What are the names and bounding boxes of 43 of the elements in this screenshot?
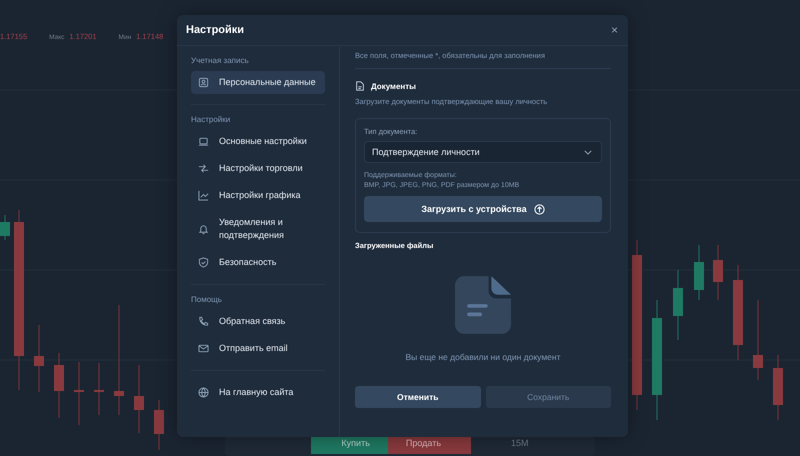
candlestick xyxy=(773,354,783,420)
section-title: Настройки xyxy=(191,115,232,124)
globe-icon xyxy=(198,387,209,398)
id-card-icon xyxy=(198,77,209,88)
sidebar-item[interactable]: Настройки графика xyxy=(191,184,325,207)
sidebar-item[interactable]: Безопасность xyxy=(191,251,325,274)
section-heading: Документы xyxy=(371,82,416,90)
sidebar-item[interactable]: Отправить email xyxy=(191,337,325,360)
candlestick xyxy=(673,270,683,340)
bell-icon xyxy=(198,224,209,234)
candlestick xyxy=(134,364,144,434)
sidebar-item[interactable]: Обратная связь xyxy=(191,310,325,333)
cancel-button[interactable]: Отменить xyxy=(355,386,480,408)
sidebar-item[interactable]: На главную сайта xyxy=(191,381,325,404)
sidebar-item[interactable]: Персональные данные xyxy=(191,71,325,94)
candlestick xyxy=(713,244,723,300)
line-chart-icon xyxy=(198,190,209,201)
candlestick xyxy=(694,244,704,300)
empty-document-icon xyxy=(455,276,511,334)
candlestick xyxy=(154,400,164,450)
chevron-down-icon xyxy=(584,150,592,154)
upload-icon xyxy=(534,204,545,214)
section-title: Помощь xyxy=(191,295,223,304)
candlestick xyxy=(0,214,10,240)
upload-button[interactable]: Загрузить с устройства xyxy=(364,196,602,222)
section-title: Учетная запись xyxy=(191,56,250,65)
sidebar-item[interactable]: Настройки торговли xyxy=(191,157,325,180)
arrows-icon xyxy=(198,163,209,174)
document-icon xyxy=(355,81,365,91)
phone-icon xyxy=(198,316,209,327)
laptop-icon xyxy=(198,136,209,147)
window-title: Настройки xyxy=(186,24,244,36)
empty-state-message: Вы еще не добавили ни один документ xyxy=(406,352,560,362)
sidebar-item[interactable]: Основные настройки xyxy=(191,130,325,153)
candlestick xyxy=(54,352,64,418)
candlestick xyxy=(34,324,44,392)
sidebar-item[interactable]: Уведомления и подтверждения xyxy=(191,211,325,247)
candlestick xyxy=(94,362,104,416)
document-type-dropdown[interactable]: Подтверждение личности xyxy=(364,141,602,163)
shield-icon xyxy=(198,257,209,268)
close-button[interactable]: × xyxy=(608,23,620,37)
candlestick xyxy=(74,362,84,426)
envelope-icon xyxy=(198,343,209,354)
